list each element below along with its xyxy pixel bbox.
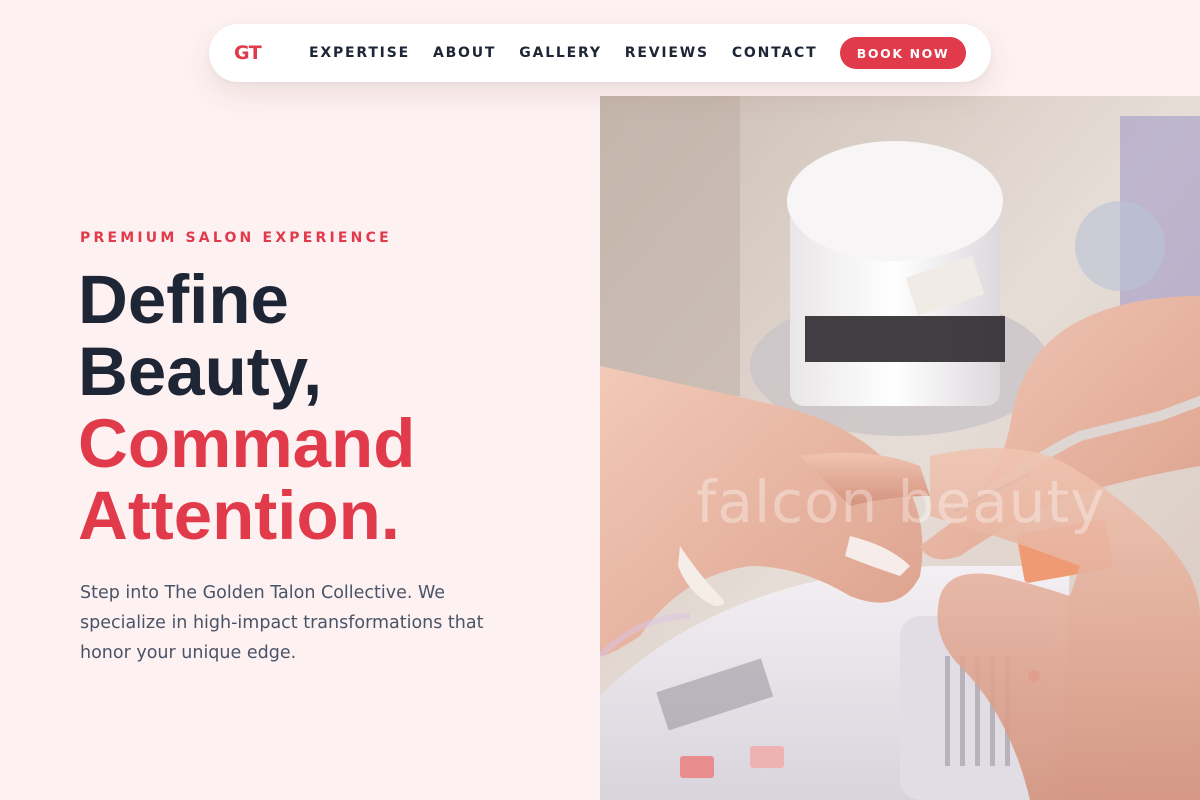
nav-link-contact[interactable]: CONTACT (732, 44, 818, 62)
top-navigation: GT EXPERTISE ABOUT GALLERY REVIEWS CONTA… (209, 24, 991, 82)
hero-eyebrow: PREMIUM SALON EXPERIENCE (80, 230, 392, 246)
nav-link-expertise[interactable]: EXPERTISE (309, 44, 410, 62)
nav-menu: EXPERTISE ABOUT GALLERY REVIEWS CONTACT (309, 44, 840, 62)
nav-link-about[interactable]: ABOUT (433, 44, 496, 62)
hero-headline: Define Beauty, Command Attention. (78, 264, 415, 552)
hero-image: falcon beauty (600, 96, 1200, 800)
headline-line-3: Command (78, 405, 416, 482)
logo[interactable]: GT (234, 42, 262, 64)
book-now-button[interactable]: BOOK NOW (840, 37, 966, 69)
headline-line-2: Beauty, (78, 333, 323, 410)
headline-line-1: Define (78, 261, 289, 338)
image-watermark: falcon beauty (696, 468, 1106, 536)
manicure-photo-illustration (600, 96, 1200, 800)
headline-line-4: Attention. (78, 477, 400, 554)
hero-description: Step into The Golden Talon Collective. W… (80, 583, 484, 663)
nav-link-reviews[interactable]: REVIEWS (625, 44, 709, 62)
nav-link-gallery[interactable]: GALLERY (519, 44, 601, 62)
